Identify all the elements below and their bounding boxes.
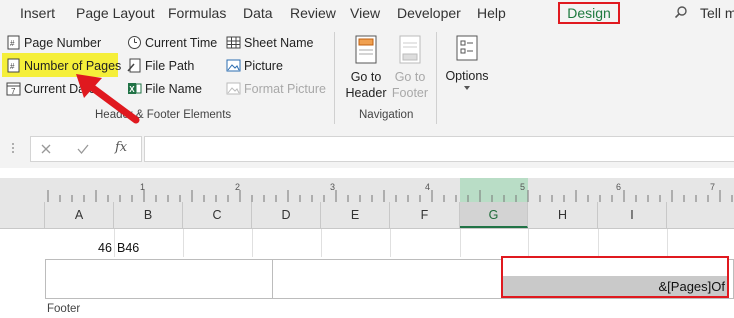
sheet-name-icon — [226, 36, 241, 49]
column-header-e[interactable]: E — [321, 202, 390, 228]
gridline — [252, 229, 253, 257]
go-to-footer-button[interactable]: Go to Footer — [388, 69, 432, 101]
footer-right-section[interactable]: &[Pages]Of — [501, 256, 729, 298]
gridline — [460, 229, 461, 257]
footer-code[interactable]: &[Pages]Of — [659, 279, 725, 294]
current-time-button[interactable]: Current Time — [145, 36, 217, 50]
menu-help[interactable]: Help — [477, 5, 506, 21]
ruler-number: 7 — [710, 182, 716, 192]
column-header-a[interactable]: A — [45, 202, 114, 228]
ruler: 1 2 3 4 5 6 7 — [0, 178, 734, 202]
fx-icon[interactable]: fx — [115, 140, 127, 155]
formula-input[interactable] — [144, 136, 734, 162]
formula-bar: fx — [0, 128, 734, 168]
svg-text:#: # — [10, 39, 15, 48]
gridline — [390, 229, 391, 257]
column-header-h[interactable]: H — [528, 202, 598, 228]
clock-icon — [128, 36, 141, 49]
check-icon[interactable] — [77, 144, 89, 154]
cell-a46[interactable]: 46 — [98, 241, 112, 255]
menu-bar: Insert Page Layout Formulas Data Review … — [0, 0, 734, 28]
ruler-number: 1 — [140, 182, 146, 192]
group-separator — [334, 32, 335, 124]
tell-me-search[interactable]: Tell m — [700, 5, 734, 21]
column-header-g[interactable]: G — [460, 202, 528, 228]
gridline — [321, 229, 322, 257]
number-of-pages-icon: # — [7, 58, 20, 73]
sheet-name-button[interactable]: Sheet Name — [244, 36, 313, 50]
ruler-number: 5 — [520, 182, 526, 192]
ruler-ticks — [47, 190, 733, 202]
ruler-number: 4 — [425, 182, 431, 192]
gridline — [528, 229, 529, 257]
formula-buttons: fx — [30, 136, 142, 162]
file-path-icon — [127, 58, 141, 73]
chevron-down-icon[interactable] — [464, 86, 470, 90]
ruler-number: 6 — [616, 182, 622, 192]
ruler-number: 3 — [330, 182, 336, 192]
picture-button[interactable]: Picture — [244, 59, 283, 73]
footer-label: Footer — [47, 303, 81, 315]
current-date-icon: 7 — [6, 82, 21, 96]
file-name-button[interactable]: File Name — [145, 82, 202, 96]
worksheet: 46 B46 &[Pages]Of Footer — [0, 229, 734, 318]
menu-review[interactable]: Review — [290, 5, 336, 21]
menu-view[interactable]: View — [350, 5, 380, 21]
column-header-i[interactable]: I — [598, 202, 667, 228]
menu-data[interactable]: Data — [243, 5, 273, 21]
ruler-number: 2 — [235, 182, 241, 192]
column-header-f[interactable]: F — [390, 202, 460, 228]
svg-text:7: 7 — [11, 87, 16, 96]
svg-text:#: # — [10, 62, 15, 71]
picture-icon — [226, 59, 241, 72]
format-picture-icon — [226, 82, 241, 95]
options-icon — [456, 35, 478, 61]
gridline — [114, 229, 115, 257]
column-header-b[interactable]: B — [114, 202, 183, 228]
menu-page-layout[interactable]: Page Layout — [76, 5, 155, 21]
column-headers: A B C D E F G H I — [0, 202, 734, 229]
page-number-icon: # — [7, 35, 20, 50]
footer-section-divider — [272, 259, 273, 299]
cell-b46[interactable]: B46 — [117, 241, 139, 255]
tab-design[interactable]: Design — [558, 2, 620, 24]
menu-insert[interactable]: Insert — [20, 5, 55, 21]
number-of-pages-button[interactable]: Number of Pages — [24, 59, 121, 73]
column-header-d[interactable]: D — [252, 202, 321, 228]
corner-spacer — [0, 202, 45, 228]
options-button[interactable]: Options — [443, 68, 491, 84]
navigation-group-label: Navigation — [359, 109, 414, 121]
menu-formulas[interactable]: Formulas — [168, 5, 226, 21]
grip-icon — [12, 143, 14, 153]
page-number-button[interactable]: Page Number — [24, 36, 101, 50]
ribbon: # Page Number # Number of Pages 7 Curren… — [0, 28, 734, 129]
column-header-c[interactable]: C — [183, 202, 252, 228]
go-to-footer-icon — [399, 35, 421, 64]
search-icon[interactable] — [675, 6, 687, 18]
group-separator — [436, 32, 437, 124]
go-to-header-icon — [355, 35, 377, 64]
annotation-arrow-icon — [76, 74, 140, 124]
menu-developer[interactable]: Developer — [397, 5, 461, 21]
file-path-button[interactable]: File Path — [145, 59, 194, 73]
go-to-header-button[interactable]: Go to Header — [343, 69, 389, 101]
gridline — [667, 229, 668, 257]
cancel-icon[interactable] — [41, 144, 51, 154]
gridline — [183, 229, 184, 257]
format-picture-button[interactable]: Format Picture — [244, 82, 326, 96]
gridline — [598, 229, 599, 257]
